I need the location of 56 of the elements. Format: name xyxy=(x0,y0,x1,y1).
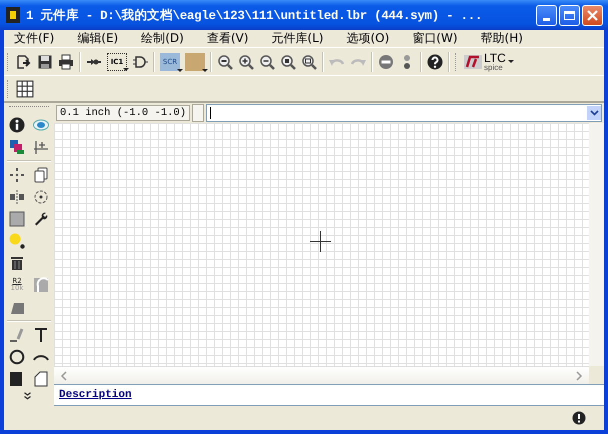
printer-icon[interactable] xyxy=(58,54,74,70)
save-icon[interactable] xyxy=(37,54,53,70)
zoom-redraw-icon[interactable] xyxy=(280,54,296,70)
grid-icon[interactable] xyxy=(16,80,34,98)
scroll-left-icon[interactable] xyxy=(60,370,68,380)
wrench-icon[interactable] xyxy=(33,211,49,227)
menu-item[interactable]: 帮助(H) xyxy=(476,30,530,47)
crosshair-icon[interactable] xyxy=(33,139,49,155)
move-icon[interactable] xyxy=(9,167,25,183)
circle-icon[interactable] xyxy=(9,349,25,365)
close-button[interactable] xyxy=(582,4,603,26)
logo-icon xyxy=(464,54,482,68)
app-icon xyxy=(6,7,20,23)
zoom-fit-icon[interactable] xyxy=(217,54,233,70)
caret-icon xyxy=(590,110,598,116)
vertical-scrollbar[interactable] xyxy=(589,123,604,366)
eye-icon[interactable] xyxy=(33,117,49,133)
copy-icon[interactable] xyxy=(33,167,49,183)
info-icon[interactable] xyxy=(9,117,25,133)
zoom-out-icon[interactable] xyxy=(259,54,275,70)
menu-item[interactable]: 元件库(L) xyxy=(266,30,330,47)
maximize-button[interactable] xyxy=(559,4,580,26)
help-icon[interactable] xyxy=(427,54,443,70)
wire-icon[interactable] xyxy=(9,327,25,343)
menu-item[interactable]: 窗口(W) xyxy=(407,30,465,47)
scroll-right-icon[interactable] xyxy=(575,370,583,380)
dot-icon[interactable] xyxy=(9,233,25,249)
menu-item[interactable]: 查看(V) xyxy=(202,30,256,47)
layers-icon[interactable] xyxy=(9,139,25,155)
zoom-select-icon[interactable] xyxy=(301,54,317,70)
square-icon[interactable] xyxy=(9,211,25,227)
open-file-icon[interactable] xyxy=(16,54,32,70)
zoom-in-icon[interactable] xyxy=(238,54,254,70)
text-icon[interactable] xyxy=(33,327,49,343)
menu-item[interactable]: 文件(F) xyxy=(9,30,62,47)
grid-readout: 0.1 inch (-1.0 -1.0) xyxy=(56,105,190,121)
x-icon xyxy=(586,8,599,22)
gate-icon[interactable] xyxy=(132,54,148,70)
rectangle-icon[interactable] xyxy=(9,371,25,387)
crosshair-cursor xyxy=(310,231,331,252)
ltspice-button[interactable]: LTC spice xyxy=(464,52,514,72)
polygon-icon[interactable] xyxy=(33,371,49,387)
dropdown-button[interactable] xyxy=(587,106,601,120)
menu-item[interactable]: 编辑(E) xyxy=(72,30,126,47)
menu-item[interactable]: 绘制(D) xyxy=(136,30,191,47)
horizontal-scrollbar[interactable] xyxy=(54,366,589,384)
mirror-icon[interactable] xyxy=(9,189,25,205)
toggle-box[interactable] xyxy=(192,104,204,122)
minimize-button[interactable] xyxy=(536,4,557,26)
rotate-icon[interactable] xyxy=(33,189,49,205)
stop-icon[interactable] xyxy=(572,411,586,425)
command-field[interactable] xyxy=(206,104,602,122)
menu-item[interactable]: 选项(O) xyxy=(341,30,396,47)
description-link[interactable]: Description xyxy=(59,389,132,401)
window-title: 1 元件库 - D:\我的文档\eagle\123\111\untitled.lbr (444.sym) - ... xyxy=(26,7,484,24)
trash-icon[interactable] xyxy=(9,255,25,271)
